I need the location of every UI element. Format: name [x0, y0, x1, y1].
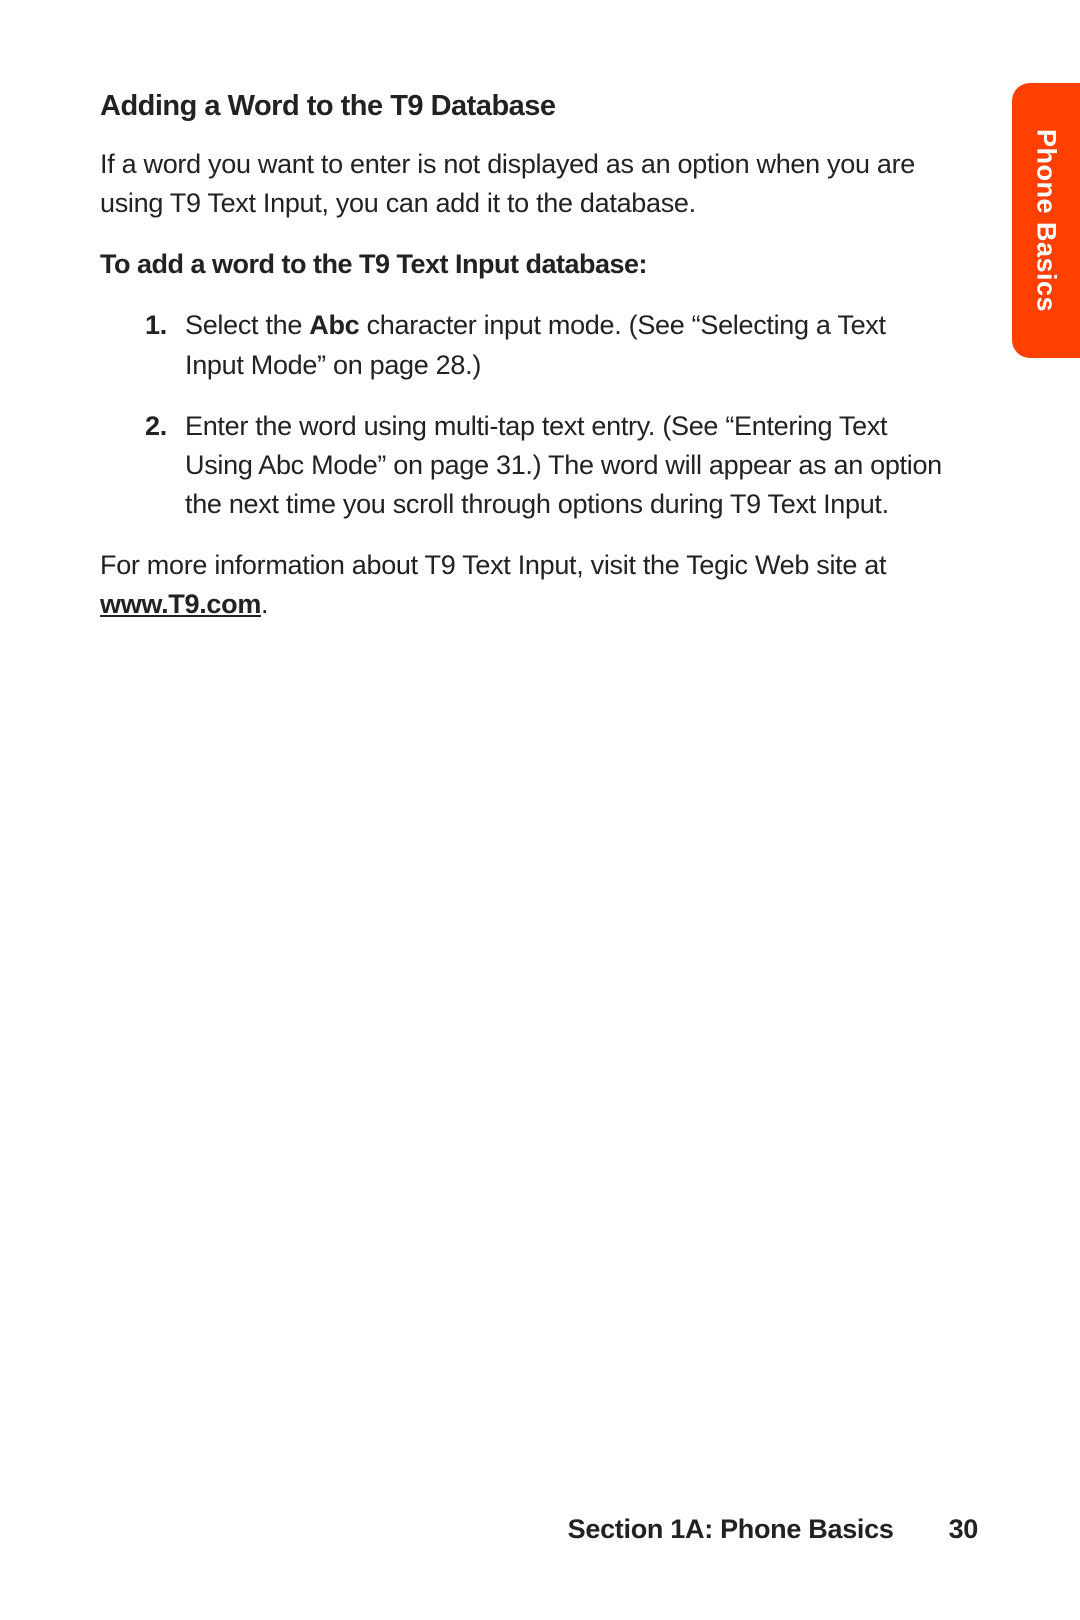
- step-number: 2.: [145, 407, 185, 524]
- step-text: Select the Abc character input mode. (Se…: [185, 306, 950, 384]
- heading-main: Adding a Word to the T9 Database: [100, 85, 950, 127]
- footer-section: Section 1A: Phone Basics: [568, 1514, 894, 1545]
- step-text: Enter the word using multi-tap text entr…: [185, 407, 950, 524]
- subheading: To add a word to the T9 Text Input datab…: [100, 245, 950, 284]
- closing-paragraph: For more information about T9 Text Input…: [100, 546, 950, 624]
- page-footer: Section 1A: Phone Basics 30: [568, 1514, 978, 1545]
- page-content: Adding a Word to the T9 Database If a wo…: [100, 85, 950, 624]
- step-number: 1.: [145, 306, 185, 384]
- step-pre: Enter the word using multi-tap text entr…: [185, 411, 942, 519]
- closing-link[interactable]: www.T9.com: [100, 589, 261, 619]
- footer-page-number: 30: [949, 1514, 978, 1545]
- closing-pre: For more information about T9 Text Input…: [100, 550, 886, 580]
- side-tab-label: Phone Basics: [1031, 129, 1062, 312]
- list-item: 1. Select the Abc character input mode. …: [145, 306, 950, 384]
- intro-paragraph: If a word you want to enter is not displ…: [100, 145, 950, 223]
- step-bold: Abc: [309, 310, 359, 340]
- step-pre: Select the: [185, 310, 309, 340]
- side-tab: Phone Basics: [1012, 83, 1080, 358]
- closing-post: .: [261, 589, 268, 619]
- step-list: 1. Select the Abc character input mode. …: [100, 306, 950, 524]
- list-item: 2. Enter the word using multi-tap text e…: [145, 407, 950, 524]
